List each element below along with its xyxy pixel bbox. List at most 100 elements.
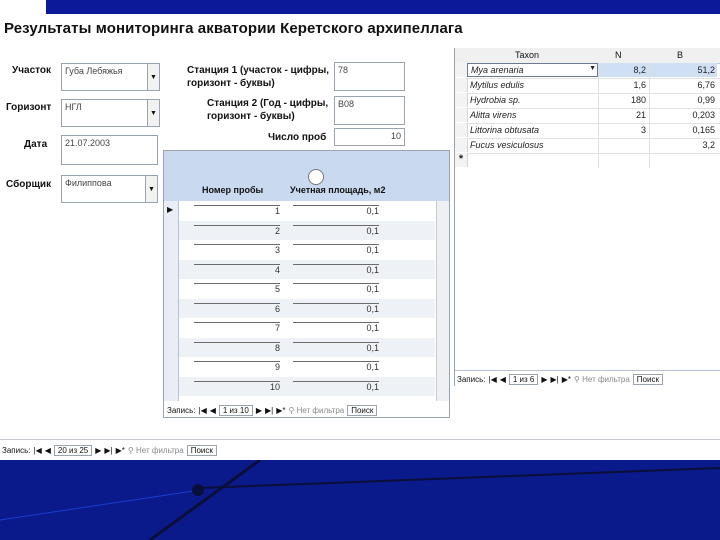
access-form: Результаты мониторинга акватории Керетск…	[0, 14, 720, 460]
record-selector-column[interactable]: ▶	[164, 201, 179, 401]
site-dropdown-button[interactable]: ▼	[147, 64, 159, 90]
table-row[interactable]: Mytilus edulis 1,6 6,76	[455, 78, 720, 94]
record-selector[interactable]	[455, 93, 468, 107]
table-row[interactable]: 5 0,1	[179, 279, 435, 299]
samples-subform: Номер пробы Учетная площадь, м2 ▶ 1 0,1 …	[163, 150, 450, 418]
col-taxon: Taxon	[515, 50, 540, 60]
new-record-icon[interactable]: ▶*	[116, 446, 125, 455]
prev-record-icon[interactable]: ◀	[210, 406, 216, 415]
filter-status[interactable]: ⚲ Нет фильтра	[288, 406, 344, 415]
prev-record-icon[interactable]: ◀	[500, 375, 506, 384]
last-record-icon[interactable]: ▶|	[104, 446, 112, 455]
sample-area: 0,1	[293, 322, 379, 333]
filter-status[interactable]: ⚲ Нет фильтра	[128, 446, 184, 455]
date-label: Дата	[24, 139, 48, 150]
new-record-row[interactable]: *	[455, 153, 720, 168]
sample-area: 0,1	[293, 302, 379, 314]
decor-dot	[192, 484, 204, 496]
table-row[interactable]: Hydrobia sp. 180 0,99	[455, 93, 720, 109]
record-selector[interactable]	[455, 78, 468, 92]
divider	[0, 439, 720, 440]
table-row[interactable]: 6 0,1	[179, 298, 435, 318]
chevron-down-icon[interactable]: ▼	[589, 65, 596, 72]
site-combo[interactable]: Губа Лебяжья ▼	[61, 63, 160, 91]
table-row[interactable]: 9 0,1	[179, 357, 435, 377]
collector-label: Сборщик	[6, 179, 52, 190]
filter-status[interactable]: ⚲ Нет фильтра	[574, 375, 630, 384]
prev-record-icon[interactable]: ◀	[45, 446, 51, 455]
record-position-input[interactable]: 1 из 10	[218, 404, 253, 416]
samples-count-field[interactable]: 10	[334, 128, 405, 146]
chevron-down-icon: ▼	[148, 185, 155, 193]
table-row[interactable]: 7 0,1	[179, 318, 435, 338]
first-record-icon[interactable]: |◀	[488, 375, 496, 384]
date-field[interactable]: 21.07.2003	[61, 135, 158, 165]
taxon-combo[interactable]: Mya arenaria ▼	[467, 63, 598, 77]
table-row[interactable]: 2 0,1	[179, 220, 435, 240]
top-white-block	[0, 0, 46, 14]
table-row[interactable]: Fucus vesiculosus 3,2	[455, 138, 720, 154]
nav-label: Запись:	[2, 445, 31, 455]
next-record-icon[interactable]: ▶	[95, 446, 101, 455]
taxa-header: Taxon N B	[455, 48, 720, 64]
taxon-n: 8,2	[633, 65, 646, 75]
samples-scrollbar[interactable]	[436, 201, 449, 401]
table-row[interactable]: Littorina obtusata 3 0,165	[455, 123, 720, 139]
grid-line	[649, 63, 650, 168]
station2-label-line1: Станция 2 (Год - цифры,	[207, 98, 329, 109]
search-box[interactable]: Поиск	[347, 404, 378, 416]
last-record-icon[interactable]: ▶|	[551, 375, 559, 384]
horizon-dropdown-button[interactable]: ▼	[147, 100, 159, 126]
station2-field[interactable]: В08	[334, 96, 405, 125]
nav-label: Запись:	[167, 405, 196, 415]
taxon-name: Fucus vesiculosus	[470, 140, 544, 150]
search-box[interactable]: Поиск	[186, 444, 217, 456]
last-record-icon[interactable]: ▶|	[265, 406, 273, 415]
sample-area: 0,1	[293, 263, 379, 275]
new-record-icon[interactable]: ▶*	[276, 406, 285, 415]
collector-combo[interactable]: Филиппова ▼	[61, 175, 158, 203]
search-box[interactable]: Поиск	[632, 373, 663, 385]
first-record-icon[interactable]: |◀	[33, 446, 41, 455]
taxon-name: Mya arenaria	[471, 65, 524, 75]
sample-area: 0,1	[293, 341, 379, 353]
table-row[interactable]: 8 0,1	[179, 337, 435, 357]
next-record-icon[interactable]: ▶	[256, 406, 262, 415]
table-row[interactable]: 4 0,1	[179, 259, 435, 279]
record-selector[interactable]	[455, 138, 468, 152]
station1-field[interactable]: 78	[334, 62, 405, 91]
record-position-input[interactable]: 1 из 6	[508, 373, 539, 385]
new-record-icon[interactable]: ▶*	[562, 375, 571, 384]
record-position-input[interactable]: 20 из 25	[53, 444, 93, 456]
record-selector[interactable]	[455, 123, 468, 137]
next-record-icon[interactable]: ▶	[541, 375, 547, 384]
site-value: Губа Лебяжья	[65, 66, 123, 76]
filter-label: Нет фильтра	[136, 445, 184, 455]
chevron-down-icon: ▼	[150, 109, 157, 117]
taxon-n: 3	[640, 125, 646, 135]
table-row[interactable]: 1 0,1	[179, 201, 435, 221]
taxon-b: 0,203	[692, 110, 715, 120]
sample-area: 0,1	[293, 361, 379, 372]
form-title: Результаты мониторинга акватории Керетск…	[4, 20, 463, 37]
sample-number: 5	[194, 283, 280, 294]
site-label: Участок	[12, 65, 52, 76]
table-row[interactable]: Mya arenaria ▼ 8,2 51,2	[455, 63, 720, 79]
horizon-combo[interactable]: НГЛ ▼	[61, 99, 160, 127]
cursor-circle-icon	[308, 169, 324, 185]
station1-label: Станция 1 (участок - цифры, горизонт - б…	[187, 64, 329, 90]
station1-label-line2: горизонт - буквы)	[187, 78, 275, 89]
taxon-name: Alitta virens	[470, 110, 517, 120]
first-record-icon[interactable]: |◀	[198, 406, 206, 415]
table-row[interactable]: 10 0,1	[179, 376, 435, 396]
taxon-n: 21	[635, 110, 646, 120]
taxa-subform: Taxon N B Mya arenaria ▼ 8,2 51,2 Mytilu…	[454, 48, 720, 386]
taxon-b: 6,76	[697, 80, 715, 90]
taxon-b: 0,99	[697, 95, 715, 105]
taxon-name: Littorina obtusata	[470, 125, 540, 135]
collector-dropdown-button[interactable]: ▼	[145, 176, 157, 202]
table-row[interactable]: Alitta virens 21 0,203	[455, 108, 720, 124]
record-selector[interactable]	[455, 108, 468, 122]
new-record-marker: *	[455, 153, 468, 167]
table-row[interactable]: 3 0,1	[179, 240, 435, 260]
